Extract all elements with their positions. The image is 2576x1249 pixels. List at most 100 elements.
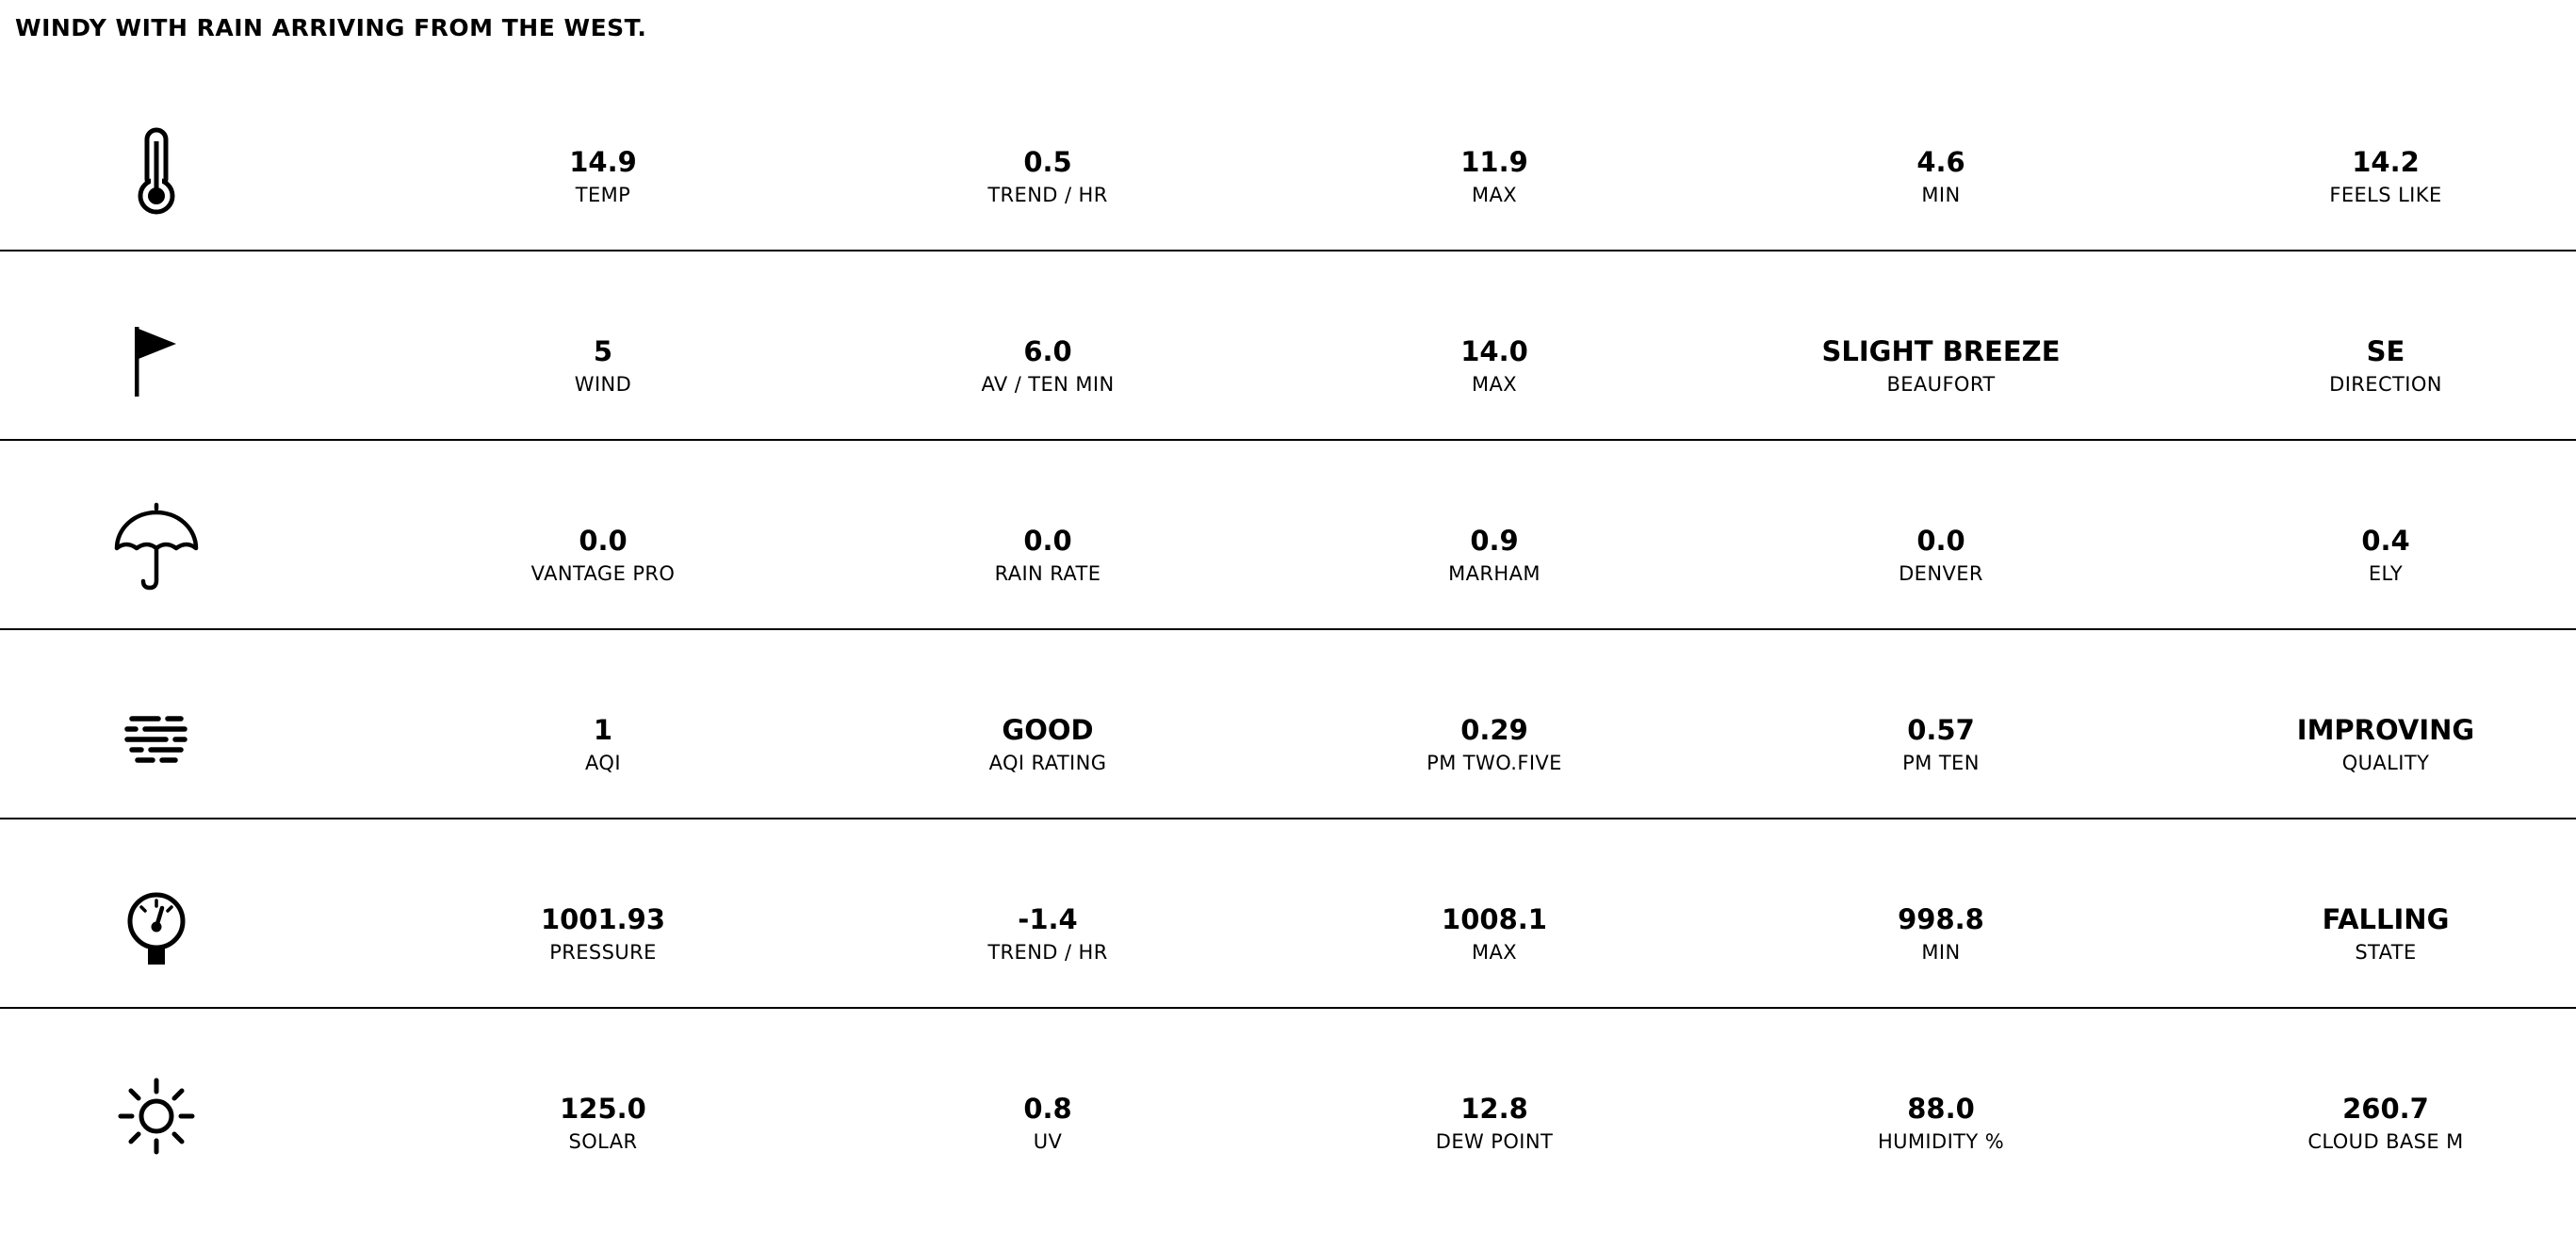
cell-pressure: 1001.93 PRESSURE (405, 902, 801, 966)
cell-pressure-min: 998.8 MIN (1743, 902, 2139, 966)
rain-rate-value: 0.0 (1023, 525, 1072, 557)
cell-beaufort: SLIGHT BREEZE BEAUFORT (1743, 334, 2139, 398)
beaufort-value: SLIGHT BREEZE (1821, 335, 2061, 367)
cell-pressure-max: 1008.1 MAX (1296, 902, 1692, 966)
cell-dew-point: 12.8 DEW POINT (1296, 1092, 1692, 1156)
temp-min-value: 4.6 (1916, 146, 1965, 178)
cell-humidity: 88.0 HUMIDITY % (1743, 1092, 2139, 1156)
temp-max-label: MAX (1471, 184, 1518, 206)
denver-label: DENVER (1899, 562, 1983, 585)
pm-two-five-label: PM TWO.FIVE (1427, 752, 1562, 774)
aqi-label: AQI (585, 752, 621, 774)
cell-wind-max: 14.0 MAX (1296, 334, 1692, 398)
solar-label: SOLAR (568, 1130, 638, 1153)
pressure-gauge-icon (109, 880, 204, 974)
temp-max-value: 11.9 (1460, 146, 1528, 178)
cloud-base-label: CLOUD BASE M (2307, 1130, 2464, 1153)
temp-trend-value: 0.5 (1023, 146, 1072, 178)
cell-wind-direction: SE DIRECTION (2188, 334, 2576, 398)
aqi-value: 1 (593, 714, 613, 746)
cell-marham: 0.9 MARHAM (1296, 524, 1692, 588)
quality-label: QUALITY (2341, 752, 2430, 774)
cloud-base-value: 260.7 (2342, 1093, 2429, 1125)
wind-value: 5 (593, 335, 613, 367)
cell-feels-like: 14.2 FEELS LIKE (2188, 145, 2576, 209)
marham-label: MARHAM (1448, 562, 1541, 585)
dew-point-label: DEW POINT (1435, 1130, 1554, 1153)
page-title: WINDY WITH RAIN ARRIVING FROM THE WEST. (15, 14, 647, 41)
pressure-trend-value: -1.4 (1018, 903, 1078, 935)
cell-temp-min: 4.6 MIN (1743, 145, 2139, 209)
sun-icon (109, 1069, 204, 1163)
cell-temp-max: 11.9 MAX (1296, 145, 1692, 209)
temp-value: 14.9 (569, 146, 637, 178)
temp-min-label: MIN (1921, 184, 1961, 206)
flag-icon (109, 312, 204, 406)
pressure-max-value: 1008.1 (1442, 903, 1547, 935)
cell-pressure-state: FALLING STATE (2188, 902, 2576, 966)
pressure-min-label: MIN (1921, 941, 1961, 964)
pressure-state-value: FALLING (2322, 903, 2450, 935)
temp-label: TEMP (575, 184, 631, 206)
humidity-label: HUMIDITY % (1877, 1130, 2005, 1153)
cell-temp-trend: 0.5 TREND / HR (850, 145, 1246, 209)
pressure-state-label: STATE (2355, 941, 2417, 964)
haze-icon (109, 690, 204, 785)
umbrella-icon (109, 501, 204, 595)
pressure-trend-label: TREND / HR (987, 941, 1108, 964)
denver-value: 0.0 (1916, 525, 1965, 557)
cell-wind: 5 WIND (405, 334, 801, 398)
row-air-quality: 1 AQI GOOD AQI RATING 0.29 PM TWO.FIVE 0… (0, 630, 2576, 819)
cell-quality: IMPROVING QUALITY (2188, 713, 2576, 777)
row-pressure: 1001.93 PRESSURE -1.4 TREND / HR 1008.1 … (0, 819, 2576, 1009)
ely-label: ELY (2368, 562, 2404, 585)
thermometer-icon (109, 122, 204, 217)
pm-ten-value: 0.57 (1907, 714, 1975, 746)
pressure-value: 1001.93 (540, 903, 666, 935)
pressure-max-label: MAX (1471, 941, 1518, 964)
row-wind: 5 WIND 6.0 AV / TEN MIN 14.0 MAX SLIGHT … (0, 251, 2576, 441)
pm-ten-label: PM TEN (1902, 752, 1980, 774)
wind-max-value: 14.0 (1460, 335, 1528, 367)
uv-label: UV (1033, 1130, 1063, 1153)
cell-uv: 0.8 UV (850, 1092, 1246, 1156)
cell-aqi: 1 AQI (405, 713, 801, 777)
pressure-label: PRESSURE (549, 941, 657, 964)
wind-max-label: MAX (1471, 373, 1518, 396)
cell-denver: 0.0 DENVER (1743, 524, 2139, 588)
vantage-pro-value: 0.0 (579, 525, 628, 557)
pressure-min-value: 998.8 (1898, 903, 1984, 935)
cell-vantage-pro: 0.0 VANTAGE PRO (405, 524, 801, 588)
feels-like-label: FEELS LIKE (2329, 184, 2442, 206)
temp-trend-label: TREND / HR (987, 184, 1108, 206)
cell-pressure-trend: -1.4 TREND / HR (850, 902, 1246, 966)
ely-value: 0.4 (2361, 525, 2410, 557)
feels-like-value: 14.2 (2352, 146, 2420, 178)
quality-value: IMPROVING (2296, 714, 2475, 746)
cell-ely: 0.4 ELY (2188, 524, 2576, 588)
solar-value: 125.0 (560, 1093, 646, 1125)
cell-cloud-base: 260.7 CLOUD BASE M (2188, 1092, 2576, 1156)
row-solar: 125.0 SOLAR 0.8 UV 12.8 DEW POINT 88.0 H… (0, 1009, 2576, 1196)
uv-value: 0.8 (1023, 1093, 1072, 1125)
wind-average-label: AV / TEN MIN (981, 373, 1115, 396)
wind-average-value: 6.0 (1023, 335, 1072, 367)
cell-temp: 14.9 TEMP (405, 145, 801, 209)
humidity-value: 88.0 (1907, 1093, 1975, 1125)
aqi-rating-value: GOOD (1002, 714, 1094, 746)
cell-wind-average: 6.0 AV / TEN MIN (850, 334, 1246, 398)
cell-rain-rate: 0.0 RAIN RATE (850, 524, 1246, 588)
cell-aqi-rating: GOOD AQI RATING (850, 713, 1246, 777)
vantage-pro-label: VANTAGE PRO (530, 562, 676, 585)
row-temperature: 14.9 TEMP 0.5 TREND / HR 11.9 MAX 4.6 MI… (0, 62, 2576, 251)
wind-direction-label: DIRECTION (2329, 373, 2442, 396)
cell-pm-two-five: 0.29 PM TWO.FIVE (1296, 713, 1692, 777)
aqi-rating-label: AQI RATING (988, 752, 1107, 774)
wind-label: WIND (574, 373, 632, 396)
rain-rate-label: RAIN RATE (994, 562, 1101, 585)
marham-value: 0.9 (1470, 525, 1519, 557)
dew-point-value: 12.8 (1460, 1093, 1528, 1125)
row-rain: 0.0 VANTAGE PRO 0.0 RAIN RATE 0.9 MARHAM… (0, 441, 2576, 630)
weather-rows: 14.9 TEMP 0.5 TREND / HR 11.9 MAX 4.6 MI… (0, 62, 2576, 1196)
beaufort-label: BEAUFORT (1886, 373, 1996, 396)
